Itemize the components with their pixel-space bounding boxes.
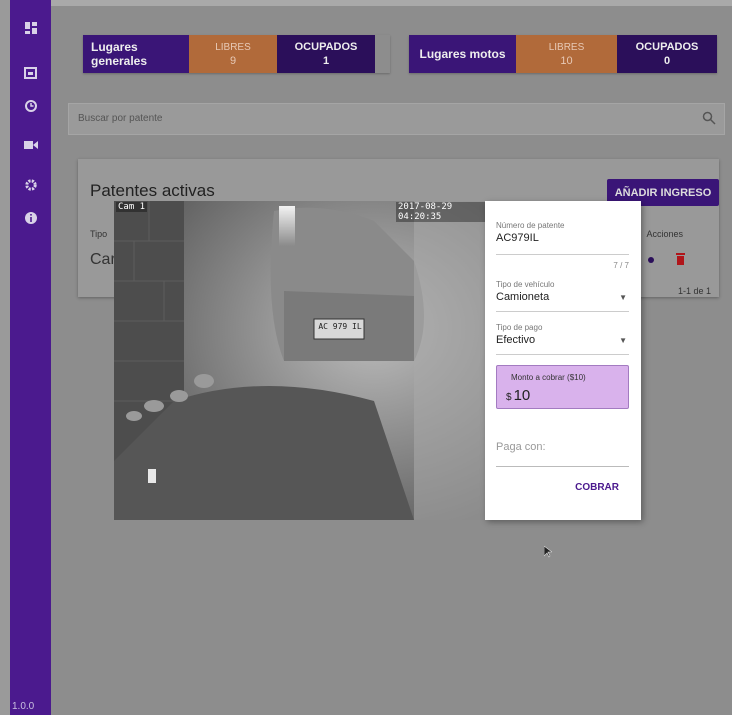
history-icon[interactable] (10, 95, 51, 117)
row-actions (648, 252, 685, 270)
amount-number: 10 (513, 387, 531, 404)
plate-field[interactable]: Número de patente AC979IL (496, 221, 629, 255)
card-title: Patentes activas (90, 181, 215, 200)
dashboard-icon[interactable] (10, 17, 51, 39)
occupied-label: OCUPADOS (294, 41, 358, 53)
pagination-info: 1-1 de 1 (677, 286, 711, 296)
video-camera-icon[interactable] (10, 134, 51, 156)
gear-icon[interactable] (10, 174, 51, 196)
view-icon[interactable] (648, 252, 654, 270)
free-value: 9 (229, 54, 237, 67)
free-label: LIBRES (548, 41, 585, 53)
stat-motos-label: Lugares motos (409, 35, 516, 73)
plate-value[interactable]: AC979IL (496, 232, 629, 244)
top-bar (51, 0, 732, 6)
captured-plate: AC 979 IL (318, 322, 362, 331)
chevron-down-icon[interactable]: ▼ (619, 293, 627, 302)
amount-label: Monto a cobrar ($10) (511, 373, 586, 382)
stat-general: Lugares generales LIBRES 9 OCUPADOS 1 (83, 35, 390, 73)
calendar-icon[interactable] (10, 61, 51, 83)
stat-general-free: LIBRES 9 (189, 35, 277, 73)
stat-general-label: Lugares generales (83, 35, 189, 73)
chevron-down-icon[interactable]: ▼ (619, 336, 627, 345)
camera-snapshot: Cam 1 2017-08-29 04:20:35 AC 979 IL (114, 201, 485, 520)
search-input[interactable]: Buscar por patente (68, 103, 725, 135)
field-underline (496, 466, 629, 467)
window-edge (0, 0, 10, 715)
app-version: 1.0.0 (12, 701, 35, 712)
vehicle-type-value: Camioneta (496, 291, 550, 303)
amount-to-charge: Monto a cobrar ($10) $10 (496, 365, 629, 409)
plate-label: Número de patente (496, 221, 565, 230)
plate-char-counter: 7 / 7 (613, 261, 629, 270)
camera-timestamp: 2017-08-29 04:20:35 (396, 202, 485, 222)
stat-motos: Lugares motos LIBRES 10 OCUPADOS 0 (409, 35, 717, 73)
occupied-label: OCUPADOS (635, 41, 699, 53)
stat-motos-occupied: OCUPADOS 0 (617, 35, 717, 73)
free-label: LIBRES (215, 41, 251, 53)
column-header-tipo: Tipo (90, 229, 108, 239)
search-icon[interactable] (702, 111, 716, 130)
payment-type-value: Efectivo (496, 334, 536, 346)
table-row-type: Car (90, 251, 116, 268)
info-icon[interactable] (10, 207, 51, 229)
charge-button[interactable]: COBRAR (575, 482, 619, 493)
pays-with-input[interactable]: Paga con: (496, 441, 629, 453)
camera-label: Cam 1 (116, 202, 148, 212)
free-value: 10 (560, 54, 573, 67)
vehicle-type-select[interactable]: Tipo de vehículo Camioneta ▼ (496, 280, 629, 312)
vehicle-type-label: Tipo de vehículo (496, 280, 555, 289)
payment-type-select[interactable]: Tipo de pago Efectivo ▼ (496, 323, 629, 355)
payment-dialog: Número de patente AC979IL 7 / 7 Tipo de … (485, 201, 641, 520)
amount-value: $10 (506, 387, 530, 404)
mouse-cursor-icon (543, 545, 553, 563)
stat-motos-free: LIBRES 10 (516, 35, 617, 73)
field-underline (496, 254, 629, 255)
delete-icon[interactable] (676, 252, 685, 270)
sidebar: 1.0.0 (10, 0, 51, 715)
field-underline (496, 354, 629, 355)
field-underline (496, 311, 629, 312)
search-placeholder: Buscar por patente (78, 113, 163, 124)
stat-general-occupied: OCUPADOS 1 (277, 35, 375, 73)
column-header-acciones: Acciones (646, 229, 683, 239)
payment-type-label: Tipo de pago (496, 323, 543, 332)
occupied-value: 1 (322, 55, 330, 67)
currency-symbol: $ (506, 392, 512, 403)
occupied-value: 0 (663, 55, 671, 67)
